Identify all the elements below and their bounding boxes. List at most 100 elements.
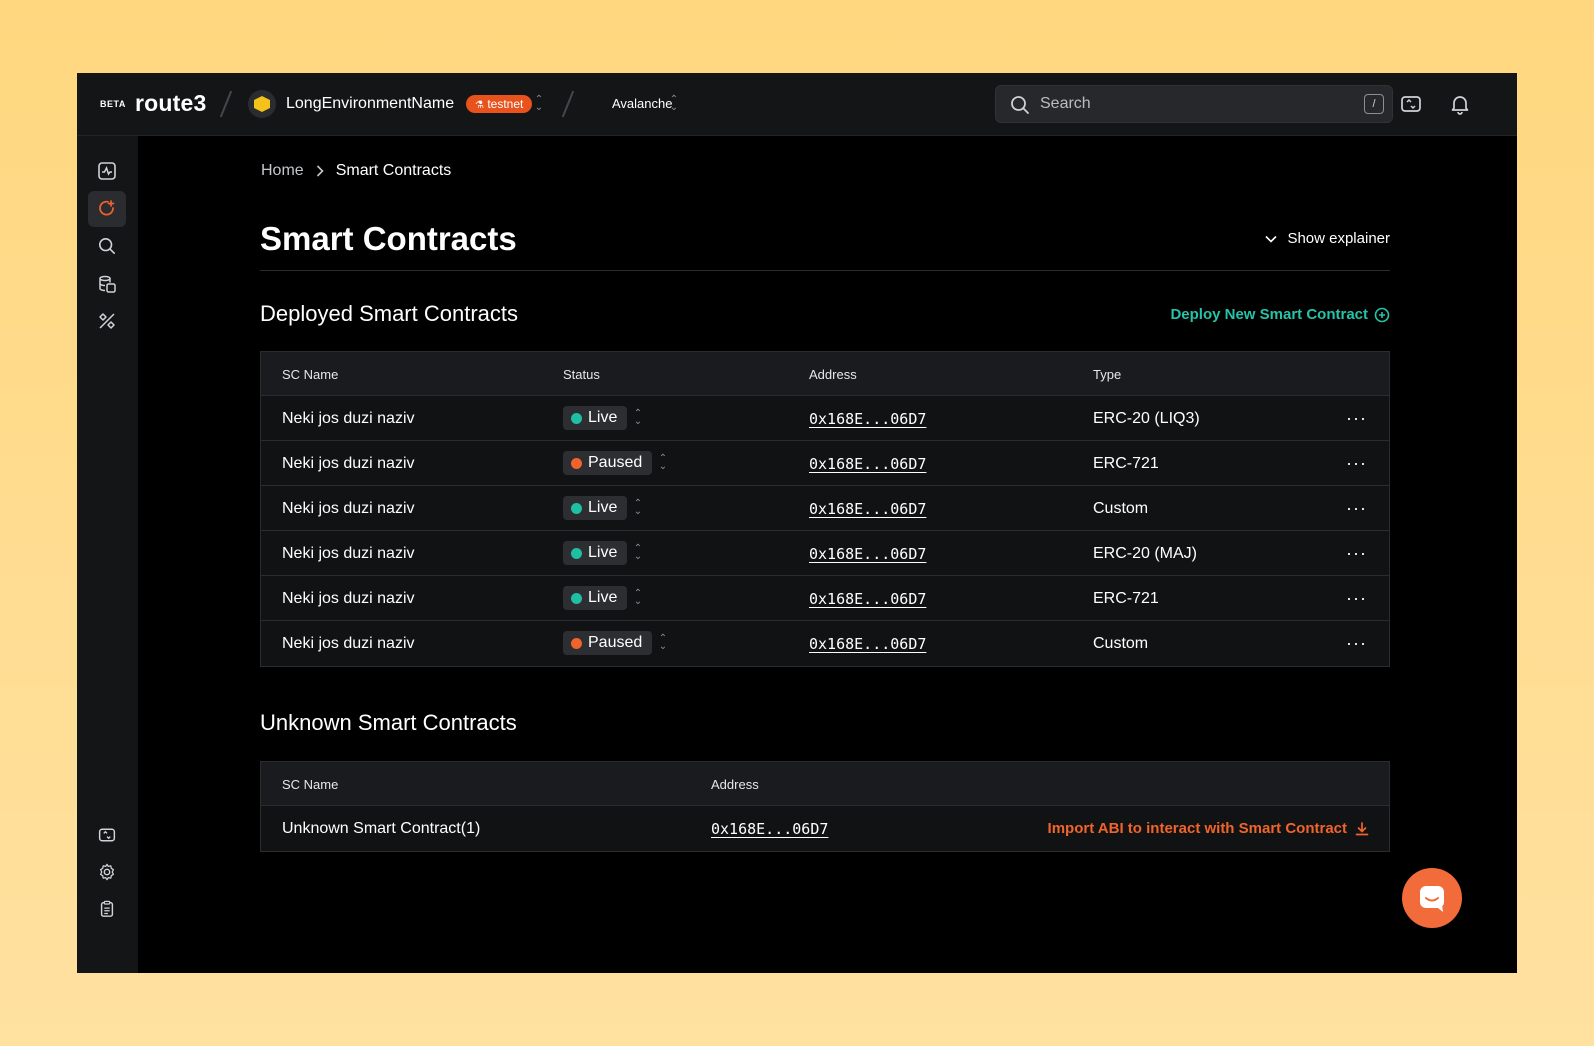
status-label: Live [588,409,618,426]
status-switch-icon[interactable]: ⌃ ⌄ [658,634,668,652]
sidebar [77,136,138,973]
more-actions-icon[interactable]: ··· [1346,453,1367,474]
column-header-address[interactable]: Address [809,367,857,382]
table-row[interactable]: Unknown Smart Contract(1) 0x168E...06D7 … [261,806,1389,851]
contract-name: Unknown Smart Contract(1) [282,820,481,837]
status-label: Live [588,499,618,516]
sidebar-item-smart-contracts[interactable] [88,191,126,227]
deployed-contracts-table: SC Name Status Address Type Neki jos duz… [260,351,1390,667]
import-abi-button[interactable]: Import ABI to interact with Smart Contra… [1048,820,1369,837]
contract-name: Neki jos duzi naziv [282,455,415,472]
chat-icon [1420,886,1444,912]
contract-address-link[interactable]: 0x168E...06D7 [711,820,828,838]
sidebar-item-activity[interactable] [88,153,126,189]
sidebar-item-tools[interactable] [88,303,126,339]
status-dot [571,637,582,649]
more-actions-icon[interactable]: ··· [1346,408,1367,429]
show-explainer-button[interactable]: Show explainer [1265,230,1390,247]
column-header-address[interactable]: Address [711,777,759,792]
status-label: Live [588,544,618,561]
status-badge[interactable]: Live [563,406,628,430]
status-badge[interactable]: Live [563,586,628,610]
switch-icon[interactable] [1400,93,1422,115]
column-header-type[interactable]: Type [1093,367,1121,382]
bell-icon[interactable] [1449,93,1471,115]
more-actions-icon[interactable]: ··· [1346,588,1367,609]
contract-type: Custom [1093,500,1149,517]
status-dot [571,457,582,469]
status-dot [571,547,582,559]
table-row[interactable]: Neki jos duzi naziv Paused ⌃ ⌄ 0x168E...0… [261,441,1389,486]
environment-name[interactable]: LongEnvironmentName [286,95,454,113]
contract-address-link[interactable]: 0x168E...06D7 [809,545,926,563]
search-icon [98,237,116,255]
chevron-right-icon [316,165,324,177]
status-badge[interactable]: Paused [563,451,653,475]
column-header-sc-name[interactable]: SC Name [282,367,338,382]
network-selector[interactable]: Avalanche [612,96,672,111]
plus-circle-icon [1374,307,1390,322]
table-row[interactable]: Neki jos duzi naziv Live ⌃ ⌄ 0x168E...06D… [261,396,1389,441]
status-switch-icon[interactable]: ⌃ ⌄ [633,409,643,427]
environment-switch-icon[interactable]: ⌃ ⌄ [534,95,544,113]
sidebar-item-settings[interactable] [88,854,126,890]
sidebar-item-search[interactable] [88,228,126,264]
table-row[interactable]: Neki jos duzi naziv Live ⌃ ⌄ 0x168E...06D… [261,486,1389,531]
activity-icon [98,162,116,180]
status-dot [571,502,582,514]
status-switch-icon[interactable]: ⌃ ⌄ [633,499,643,517]
search-shortcut-key: / [1364,94,1384,114]
status-switch-icon[interactable]: ⌃ ⌄ [633,544,643,562]
environment-badge-label: testnet [487,97,524,111]
title-divider [260,270,1390,271]
contract-address-link[interactable]: 0x168E...06D7 [809,590,926,608]
more-actions-icon[interactable]: ··· [1346,498,1367,519]
status-badge[interactable]: Live [563,496,628,520]
clipboard-icon [100,900,114,917]
top-bar: BETA route3 LongEnvironmentName ⚗ testne… [77,73,1517,136]
contract-address-link[interactable]: 0x168E...06D7 [809,500,926,518]
search-input[interactable]: Search [1040,95,1091,113]
breadcrumb: Home Smart Contracts [261,162,451,180]
beta-label: BETA [100,99,126,109]
table-row[interactable]: Neki jos duzi naziv Live ⌃ ⌄ 0x168E...06D… [261,576,1389,621]
divider-slash [219,90,233,118]
status-badge[interactable]: Live [563,541,628,565]
status-switch-icon[interactable]: ⌃ ⌄ [658,454,668,472]
sidebar-item-switch[interactable] [88,817,126,853]
contract-type: ERC-20 (LIQ3) [1093,410,1200,427]
status-badge[interactable]: Paused [563,631,653,655]
status-switch-icon[interactable]: ⌃ ⌄ [633,589,643,607]
table-row[interactable]: Neki jos duzi naziv Live ⌃ ⌄ 0x168E...06D… [261,531,1389,576]
network-switch-icon[interactable]: ⌃ ⌄ [669,95,679,113]
more-actions-icon[interactable]: ··· [1346,633,1367,654]
contract-type: ERC-721 [1093,590,1159,607]
contract-address-link[interactable]: 0x168E...06D7 [809,410,926,428]
search-icon [1011,96,1029,114]
chevron-down-icon [1265,235,1278,243]
sidebar-item-database[interactable] [88,266,126,302]
chat-support-button[interactable] [1402,868,1462,928]
divider-slash [561,90,575,118]
deploy-new-contract-button[interactable]: Deploy New Smart Contract [1170,306,1390,323]
column-header-sc-name[interactable]: SC Name [282,777,338,792]
table-row[interactable]: Neki jos duzi naziv Paused ⌃ ⌄ 0x168E...0… [261,621,1389,666]
show-explainer-label: Show explainer [1287,230,1390,247]
search-bar[interactable]: Search / [995,85,1393,123]
sidebar-item-clipboard[interactable] [88,891,126,927]
breadcrumb-home[interactable]: Home [261,162,304,180]
tools-icon [99,313,115,329]
environment-badge: ⚗ testnet [466,95,533,113]
more-actions-icon[interactable]: ··· [1346,543,1367,564]
environment-avatar[interactable] [248,90,276,118]
contract-address-link[interactable]: 0x168E...06D7 [809,455,926,473]
smart-contract-icon [99,200,115,216]
deploy-new-contract-label: Deploy New Smart Contract [1170,306,1368,323]
page-title: Smart Contracts [260,220,517,257]
contract-type: ERC-721 [1093,455,1159,472]
column-header-status[interactable]: Status [563,367,600,382]
app-logo[interactable]: route3 [135,90,207,117]
contract-address-link[interactable]: 0x168E...06D7 [809,635,926,653]
contract-name: Neki jos duzi naziv [282,500,415,517]
contract-name: Neki jos duzi naziv [282,635,415,652]
